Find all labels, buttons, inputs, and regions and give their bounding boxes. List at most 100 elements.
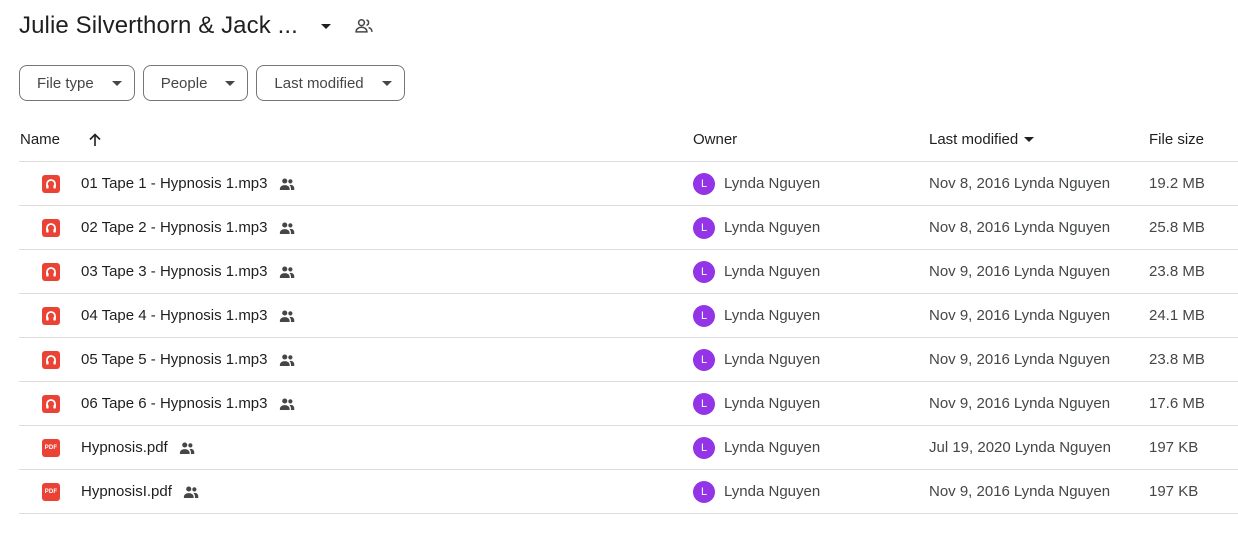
folder-header: Julie Silverthorn & Jack ... (19, 8, 376, 44)
folder-title[interactable]: Julie Silverthorn & Jack ... (19, 12, 298, 40)
modified-date: Nov 9, 2016 (929, 483, 1010, 500)
file-size: 197 KB (1149, 439, 1199, 456)
people-filter[interactable]: People (142, 65, 249, 101)
file-row[interactable]: 02 Tape 2 - Hypnosis 1.mp3 L Lynda Nguyen N… (19, 206, 1238, 250)
pdf-label: PDF (44, 444, 58, 451)
pdf-file-icon: PDF (41, 470, 61, 513)
avatar[interactable]: L (693, 260, 715, 283)
name-column-header[interactable]: Name (20, 118, 60, 161)
file-row[interactable]: 05 Tape 5 - Hypnosis 1.mp3 L Lynda Nguyen N… (19, 338, 1238, 382)
modified-date: Nov 9, 2016 (929, 263, 1010, 280)
file-name-cell[interactable]: HypnosisI.pdf (81, 470, 200, 513)
file-size: 25.8 MB (1149, 219, 1205, 236)
audio-file-icon (41, 162, 61, 205)
file-name: HypnosisI.pdf (81, 483, 172, 500)
modified-date: Nov 8, 2016 (929, 219, 1010, 236)
file-name: 05 Tape 5 - Hypnosis 1.mp3 (81, 351, 268, 368)
owner-cell: L Lynda Nguyen (693, 250, 820, 293)
filter-label: File type (37, 74, 94, 92)
shared-people-icon (278, 307, 296, 325)
avatar[interactable]: L (693, 348, 715, 371)
file-name: 03 Tape 3 - Hypnosis 1.mp3 (81, 263, 268, 280)
filter-bar: File type People Last modified (19, 65, 405, 101)
audio-file-icon (41, 250, 61, 293)
file-list-header: Name Owner Last modified File size (19, 118, 1238, 162)
pdf-label: PDF (44, 488, 58, 495)
modified-by: Lynda Nguyen (1013, 175, 1111, 192)
file-name: 01 Tape 1 - Hypnosis 1.mp3 (81, 175, 268, 192)
file-name-cell[interactable]: 04 Tape 4 - Hypnosis 1.mp3 (81, 294, 296, 337)
modified-by: Lynda Nguyen (1013, 307, 1111, 324)
file-type-filter[interactable]: File type (19, 65, 135, 101)
modified-by: Lynda Nguyen (1013, 263, 1111, 280)
last-modified-cell: Nov 9, 2016 Lynda Nguyen (929, 382, 1110, 425)
modified-date: Nov 8, 2016 (929, 175, 1010, 192)
filter-label: Last modified (274, 74, 364, 92)
file-name: Hypnosis.pdf (81, 439, 168, 456)
file-row[interactable]: 03 Tape 3 - Hypnosis 1.mp3 L Lynda Nguyen N… (19, 250, 1238, 294)
avatar[interactable]: L (693, 436, 715, 459)
audio-file-icon (41, 338, 61, 381)
avatar[interactable]: L (693, 392, 715, 415)
modified-by: Lynda Nguyen (1013, 483, 1111, 500)
owner-column-header[interactable]: Owner (693, 118, 737, 161)
audio-file-icon (41, 294, 61, 337)
owner-cell: L Lynda Nguyen (693, 206, 820, 249)
shared-folder-people-icon[interactable] (352, 14, 376, 38)
shared-people-icon (278, 219, 296, 237)
last-modified-cell: Nov 9, 2016 Lynda Nguyen (929, 338, 1110, 381)
shared-people-icon (278, 263, 296, 281)
file-size: 24.1 MB (1149, 307, 1205, 324)
file-row[interactable]: PDF Hypnosis.pdf L Lynda Nguyen Jul 19, 2020… (19, 426, 1238, 470)
last-modified-cell: Jul 19, 2020 Lynda Nguyen (929, 426, 1111, 469)
file-row[interactable]: PDF HypnosisI.pdf L Lynda Nguyen Nov 9, 2016… (19, 470, 1238, 514)
file-row[interactable]: 06 Tape 6 - Hypnosis 1.mp3 L Lynda Nguyen N… (19, 382, 1238, 426)
file-row[interactable]: 01 Tape 1 - Hypnosis 1.mp3 L Lynda Nguyen N… (19, 162, 1238, 206)
owner-cell: L Lynda Nguyen (693, 162, 820, 205)
shared-people-icon (278, 351, 296, 369)
last-modified-cell: Nov 9, 2016 Lynda Nguyen (929, 294, 1110, 337)
avatar[interactable]: L (693, 304, 715, 327)
last-modified-column-header[interactable]: Last modified (929, 118, 1035, 161)
arrow-drop-down-icon (225, 80, 236, 86)
file-name-cell[interactable]: 01 Tape 1 - Hypnosis 1.mp3 (81, 162, 296, 205)
owner-cell: L Lynda Nguyen (693, 382, 820, 425)
arrow-drop-down-icon (111, 80, 122, 86)
owner-name: Lynda Nguyen (724, 395, 821, 412)
file-size-column-header[interactable]: File size (1149, 118, 1204, 161)
shared-people-icon (278, 395, 296, 413)
owner-cell: L Lynda Nguyen (693, 294, 820, 337)
file-name-cell[interactable]: 03 Tape 3 - Hypnosis 1.mp3 (81, 250, 296, 293)
file-row[interactable]: 04 Tape 4 - Hypnosis 1.mp3 L Lynda Nguyen N… (19, 294, 1238, 338)
file-name-cell[interactable]: 02 Tape 2 - Hypnosis 1.mp3 (81, 206, 296, 249)
modified-by: Lynda Nguyen (1013, 395, 1111, 412)
file-name-cell[interactable]: Hypnosis.pdf (81, 426, 196, 469)
arrow-drop-down-icon (1024, 137, 1035, 142)
owner-cell: L Lynda Nguyen (693, 470, 820, 513)
file-size: 17.6 MB (1149, 395, 1205, 412)
file-name: 02 Tape 2 - Hypnosis 1.mp3 (81, 219, 268, 236)
avatar[interactable]: L (693, 216, 715, 239)
modified-date: Nov 9, 2016 (929, 351, 1010, 368)
arrow-drop-down-icon[interactable] (314, 14, 338, 38)
owner-name: Lynda Nguyen (724, 483, 821, 500)
filter-label: People (160, 74, 208, 92)
modified-by: Lynda Nguyen (1013, 351, 1111, 368)
avatar[interactable]: L (693, 172, 715, 195)
file-name: 04 Tape 4 - Hypnosis 1.mp3 (81, 307, 268, 324)
avatar[interactable]: L (693, 480, 715, 503)
file-name-cell[interactable]: 05 Tape 5 - Hypnosis 1.mp3 (81, 338, 296, 381)
owner-name: Lynda Nguyen (724, 219, 821, 236)
file-size: 197 KB (1149, 483, 1199, 500)
arrow-drop-down-icon (381, 80, 392, 86)
last-modified-cell: Nov 9, 2016 Lynda Nguyen (929, 470, 1110, 513)
modified-date: Nov 9, 2016 (929, 307, 1010, 324)
file-list: 01 Tape 1 - Hypnosis 1.mp3 L Lynda Nguyen N… (19, 162, 1238, 514)
last-modified-label: Last modified (929, 131, 1019, 148)
owner-name: Lynda Nguyen (724, 175, 821, 192)
file-name-cell[interactable]: 06 Tape 6 - Hypnosis 1.mp3 (81, 382, 296, 425)
last-modified-cell: Nov 9, 2016 Lynda Nguyen (929, 250, 1110, 293)
last-modified-filter[interactable]: Last modified (256, 65, 405, 101)
arrow-upward-icon[interactable] (85, 118, 105, 161)
owner-cell: L Lynda Nguyen (693, 338, 820, 381)
